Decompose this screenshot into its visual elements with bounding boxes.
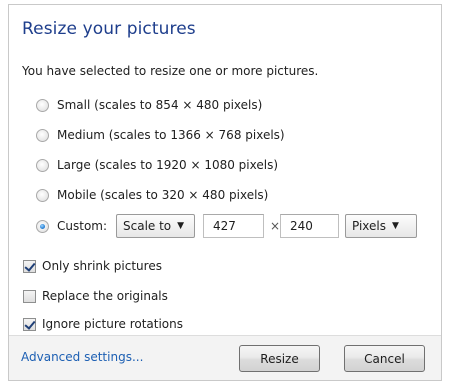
unit-value: Pixels xyxy=(352,219,387,233)
chevron-down-icon: ▼ xyxy=(177,221,185,231)
checkbox-icon[interactable] xyxy=(23,289,36,303)
width-value: 427 xyxy=(213,219,236,233)
dimension-separator: × xyxy=(270,219,281,233)
radio-button-selected-icon[interactable] xyxy=(36,219,49,233)
radio-mobile-label: Mobile (scales to 320 × 480 pixels) xyxy=(57,188,269,202)
cancel-button[interactable]: Cancel xyxy=(344,345,425,372)
width-input[interactable]: 427 xyxy=(203,214,264,238)
radio-medium-label: Medium (scales to 1366 × 768 pixels) xyxy=(57,128,285,142)
radio-mobile[interactable]: Mobile (scales to 320 × 480 pixels) xyxy=(36,185,268,205)
checkbox-checked-icon[interactable] xyxy=(23,317,36,331)
scale-mode-select[interactable]: Scale to ▼ xyxy=(116,214,195,238)
radio-custom[interactable]: Custom: xyxy=(36,216,107,236)
radio-button-icon[interactable] xyxy=(36,188,49,202)
unit-select[interactable]: Pixels ▼ xyxy=(345,214,417,238)
height-input[interactable]: 240 xyxy=(280,214,339,238)
height-value: 240 xyxy=(290,219,313,233)
dialog-description: You have selected to resize one or more … xyxy=(22,64,319,78)
option-only-shrink-label: Only shrink pictures xyxy=(42,259,162,273)
radio-large[interactable]: Large (scales to 1920 × 1080 pixels) xyxy=(36,155,278,175)
scale-mode-value: Scale to xyxy=(123,219,172,233)
radio-large-label: Large (scales to 1920 × 1080 pixels) xyxy=(57,158,279,172)
checkbox-checked-icon[interactable] xyxy=(23,259,36,273)
radio-small-label: Small (scales to 854 × 480 pixels) xyxy=(57,98,263,112)
radio-custom-label: Custom: xyxy=(57,219,108,233)
radio-small[interactable]: Small (scales to 854 × 480 pixels) xyxy=(36,95,262,115)
radio-medium[interactable]: Medium (scales to 1366 × 768 pixels) xyxy=(36,125,285,145)
option-only-shrink[interactable]: Only shrink pictures xyxy=(23,256,162,276)
option-ignore-rotations-label: Ignore picture rotations xyxy=(42,317,184,331)
option-ignore-rotations[interactable]: Ignore picture rotations xyxy=(23,314,183,334)
dialog-footer: Advanced settings... Resize Cancel xyxy=(9,335,441,380)
radio-button-icon[interactable] xyxy=(36,158,49,172)
option-replace-originals[interactable]: Replace the originals xyxy=(23,286,168,306)
advanced-settings-link[interactable]: Advanced settings... xyxy=(21,350,143,364)
radio-button-icon[interactable] xyxy=(36,98,49,112)
option-replace-originals-label: Replace the originals xyxy=(42,289,168,303)
resize-dialog: Resize your pictures You have selected t… xyxy=(8,4,442,381)
radio-button-icon[interactable] xyxy=(36,128,49,142)
resize-button[interactable]: Resize xyxy=(239,345,320,372)
dialog-title: Resize your pictures xyxy=(22,19,196,39)
chevron-down-icon: ▼ xyxy=(392,221,399,231)
